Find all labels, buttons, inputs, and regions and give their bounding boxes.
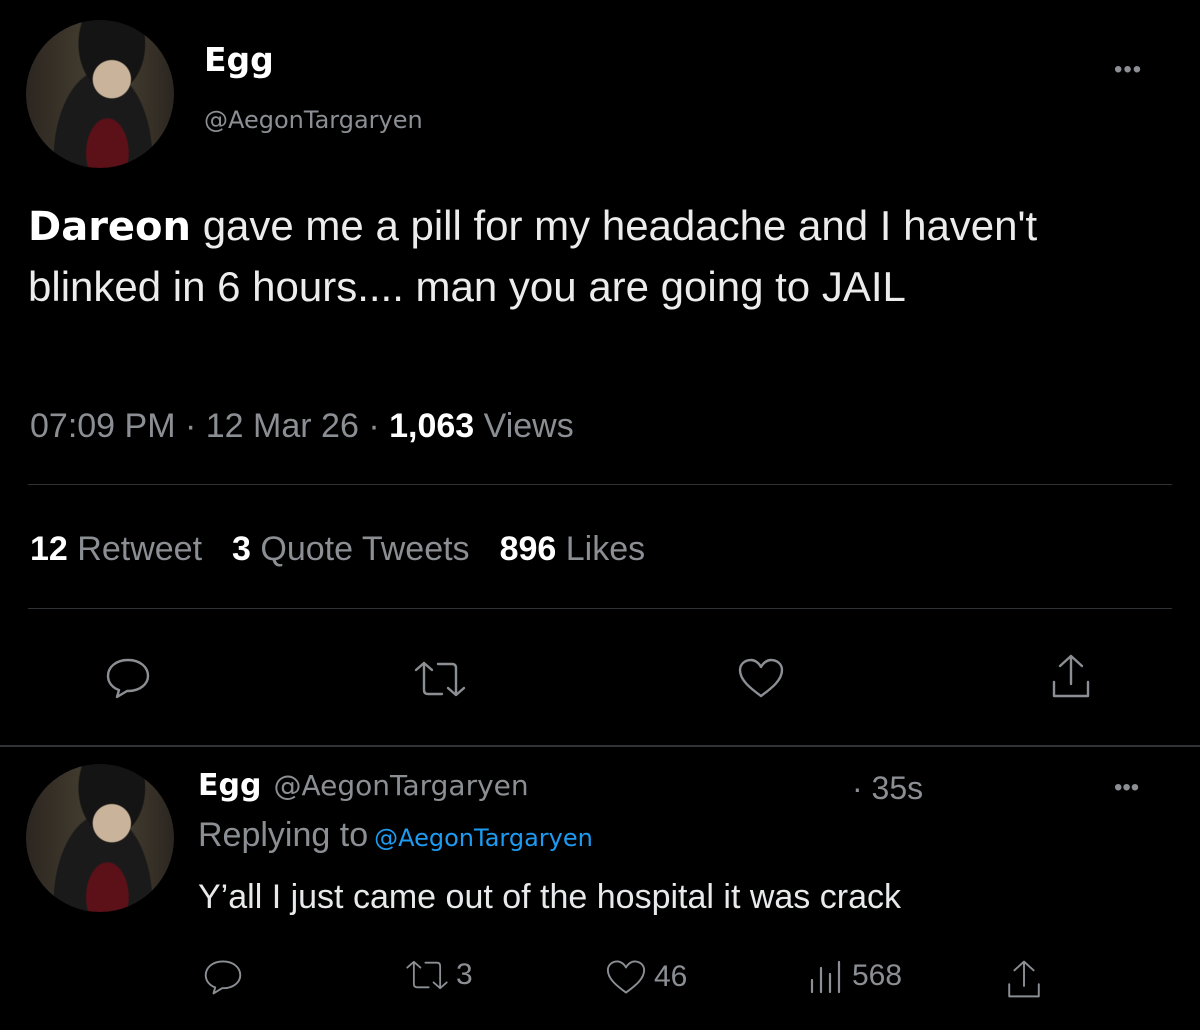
section-divider — [0, 745, 1200, 747]
reply-icon[interactable] — [104, 656, 152, 700]
reply-share-icon[interactable] — [1004, 958, 1050, 1000]
analytics-icon — [810, 960, 841, 994]
author-handle[interactable]: @AegonTargaryen — [204, 106, 423, 134]
reply-views-count: 568 — [852, 959, 903, 992]
meta-separator: · — [368, 407, 380, 445]
quotes-count: 3 — [232, 530, 251, 568]
retweets-label: Retweet — [77, 530, 203, 568]
tweet-stats: 12 Retweet 3 Quote Tweets 896 Likes — [30, 530, 645, 569]
like-icon[interactable] — [736, 656, 786, 700]
tweet-time[interactable]: 07:09 PM — [30, 407, 176, 445]
likes-stat[interactable]: 896 Likes — [500, 530, 646, 568]
views-count: 1,063 — [389, 407, 475, 445]
reply-retweet-count: 3 — [456, 958, 473, 991]
reply-handle[interactable]: @AegonTargaryen — [273, 769, 528, 802]
like-icon — [606, 960, 646, 994]
likes-count: 896 — [499, 530, 557, 568]
reply-more-options-icon[interactable]: ••• — [1114, 774, 1139, 802]
divider — [28, 608, 1172, 609]
replying-to: Replying to @AegonTargaryen — [198, 816, 593, 855]
reply-like-count: 46 — [654, 960, 688, 993]
quotes-stat[interactable]: 3 Quote Tweets — [232, 530, 470, 568]
reply-reply-icon[interactable] — [202, 958, 250, 996]
meta-separator: · — [184, 407, 197, 445]
more-options-icon[interactable]: ••• — [1114, 56, 1142, 84]
reply-retweet-button[interactable]: 3 — [404, 958, 473, 992]
views-label: Views — [483, 407, 574, 445]
share-icon[interactable] — [1048, 652, 1094, 700]
divider — [28, 484, 1172, 485]
tweet-text-first-word: Dareon — [28, 204, 192, 250]
reply-avatar[interactable] — [26, 764, 174, 912]
retweets-count: 12 — [30, 530, 68, 568]
tweet-meta: 07:09 PM · 12 Mar 26 · 1,063 Views — [30, 407, 574, 446]
replying-to-handle[interactable]: @AegonTargaryen — [374, 824, 593, 852]
avatar[interactable] — [26, 20, 174, 168]
retweet-icon — [406, 960, 448, 990]
replying-label: Replying to — [198, 816, 369, 854]
retweets-stat[interactable]: 12 Retweet — [30, 530, 202, 568]
reply-time[interactable]: · 35s — [852, 770, 923, 807]
quotes-label: Quote Tweets — [260, 530, 470, 568]
retweet-icon[interactable] — [412, 660, 468, 698]
reply-text: Y’all I just came out of the hospital it… — [198, 878, 901, 916]
author-display-name[interactable]: Egg — [204, 40, 274, 79]
reply-like-button[interactable]: 46 — [604, 958, 687, 996]
tweet-text: Dareon gave me a pill for my headache an… — [28, 196, 1178, 317]
tweet-date[interactable]: 12 Mar 26 — [206, 407, 359, 445]
reply-header: Egg @AegonTargaryen — [198, 768, 529, 803]
reply-views-button[interactable]: 568 — [806, 958, 902, 994]
reply-display-name[interactable]: Egg — [198, 768, 261, 803]
likes-label: Likes — [565, 530, 646, 568]
